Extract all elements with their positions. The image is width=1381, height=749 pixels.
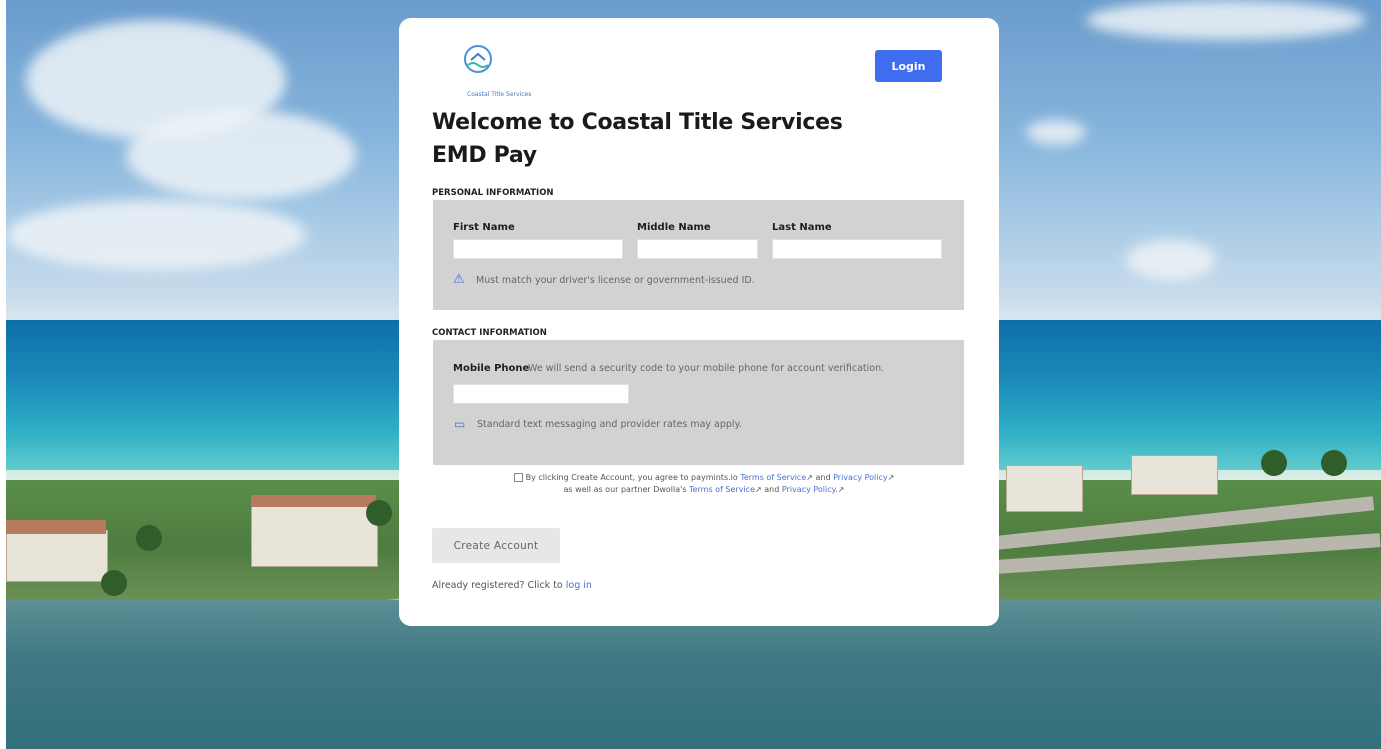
external-link-icon: ↗ bbox=[837, 485, 845, 494]
login-button[interactable]: Login bbox=[875, 50, 942, 82]
message-icon: ▭ bbox=[454, 417, 466, 431]
create-account-button[interactable]: Create Account bbox=[432, 528, 560, 563]
title-line-2: EMD Pay bbox=[432, 143, 537, 168]
first-name-input[interactable] bbox=[453, 239, 623, 259]
logo-text: Coastal Title Services bbox=[467, 91, 532, 98]
mobile-phone-input[interactable] bbox=[453, 384, 629, 404]
external-link-icon: ↗ bbox=[755, 485, 762, 494]
dwolla-privacy-link[interactable]: Privacy Policy. bbox=[782, 485, 838, 494]
personal-info-panel: First Name Middle Name Last Name ⚠ Must … bbox=[433, 200, 964, 310]
last-name-label: Last Name bbox=[772, 222, 832, 233]
middle-name-input[interactable] bbox=[637, 239, 758, 259]
title-line-1: Welcome to Coastal Title Services bbox=[432, 110, 843, 135]
terms-checkbox[interactable] bbox=[513, 473, 523, 482]
external-link-icon: ↗ bbox=[887, 473, 895, 482]
mobile-phone-label: Mobile Phone bbox=[453, 363, 530, 374]
first-name-label: First Name bbox=[453, 222, 515, 233]
contact-info-heading: CONTACT INFORMATION bbox=[432, 328, 547, 338]
house-wave-icon bbox=[464, 45, 492, 73]
sms-note: Standard text messaging and provider rat… bbox=[477, 419, 742, 430]
last-name-input[interactable] bbox=[772, 239, 942, 259]
terms-of-service-link[interactable]: Terms of Service bbox=[740, 473, 806, 482]
middle-name-label: Middle Name bbox=[637, 222, 711, 233]
name-note: Must match your driver's license or gove… bbox=[476, 275, 755, 286]
dwolla-terms-link[interactable]: Terms of Service bbox=[689, 485, 755, 494]
login-link[interactable]: log in bbox=[566, 580, 592, 591]
terms-text: By clicking Create Account, you agree to… bbox=[469, 472, 939, 496]
signup-card: Coastal Title Services Login Welcome to … bbox=[399, 18, 999, 626]
already-registered-text: Already registered? Click to log in bbox=[432, 580, 592, 591]
external-link-icon: ↗ bbox=[806, 473, 813, 482]
personal-info-heading: PERSONAL INFORMATION bbox=[432, 188, 554, 198]
contact-info-panel: Mobile Phone We will send a security cod… bbox=[433, 340, 964, 465]
mobile-phone-help: We will send a security code to your mob… bbox=[528, 363, 885, 374]
warning-icon: ⚠ bbox=[453, 272, 465, 287]
privacy-policy-link[interactable]: Privacy Policy bbox=[833, 473, 888, 482]
page-title: Welcome to Coastal Title Services EMD Pa… bbox=[432, 106, 843, 172]
